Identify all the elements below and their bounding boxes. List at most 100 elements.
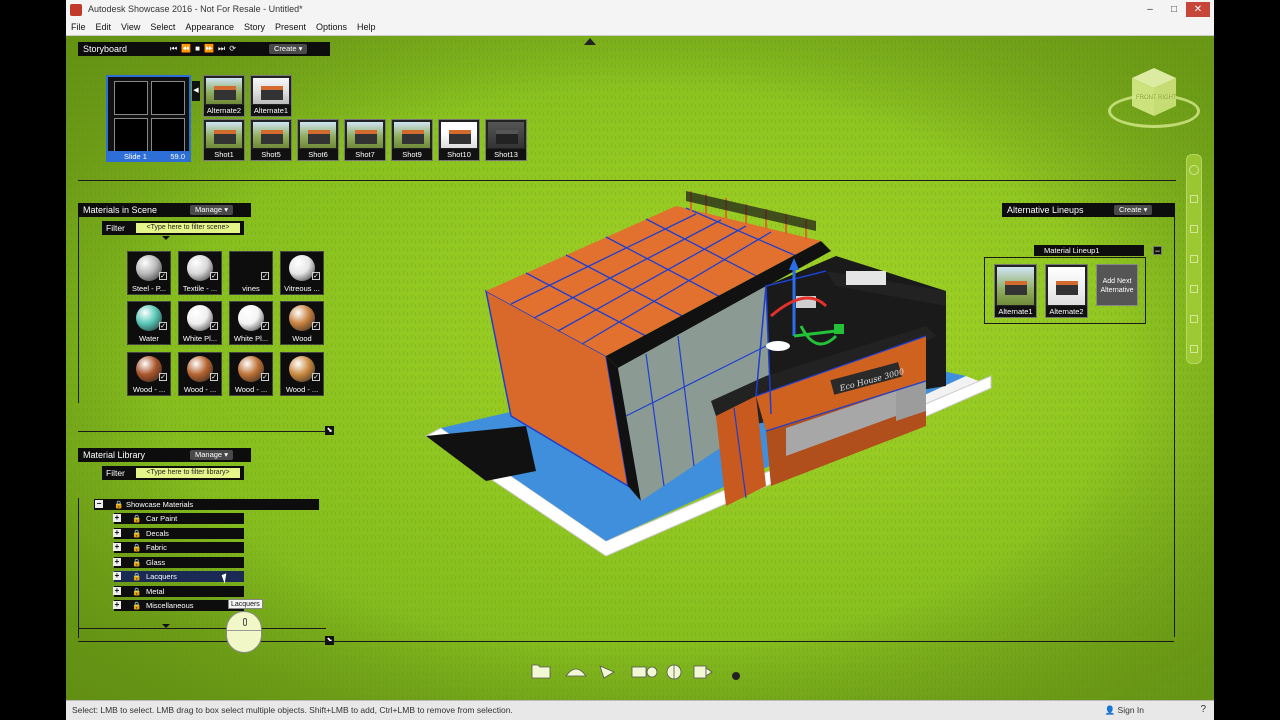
skip-start-icon[interactable]: ⏮ [170,44,181,53]
menu-file[interactable]: File [66,20,91,34]
loop-icon[interactable]: ⟳ [229,44,240,53]
menu-story[interactable]: Story [239,20,270,34]
tree-root[interactable]: − 🔒 Showcase Materials [94,499,319,510]
minimize-button[interactable]: – [1140,2,1160,17]
expand-icon[interactable]: + [113,586,121,595]
material-checkbox[interactable]: ✓ [210,322,218,330]
navigation-bar[interactable] [1186,154,1202,364]
playback-controls[interactable]: ⏮⏪■⏩⏭⟳ [170,44,240,54]
forward-icon[interactable]: ⏩ [204,44,218,53]
tree-item[interactable]: + 🔒 Fabric [113,542,244,553]
presentation-icon[interactable] [693,665,713,679]
environment-icon[interactable] [565,668,587,677]
lineup-alternate[interactable]: Alternate2 [1045,264,1088,318]
rewind-icon[interactable]: ⏪ [181,44,195,53]
menu-help[interactable]: Help [352,20,381,34]
menu-options[interactable]: Options [311,20,352,34]
material-checkbox[interactable]: ✓ [159,272,167,280]
close-button[interactable]: ✕ [1186,2,1210,17]
library-manage-button[interactable]: Manage ▾ [190,450,233,460]
maximize-button[interactable]: □ [1164,2,1184,17]
stop-icon[interactable]: ■ [195,44,204,53]
lineup-collapse-icon[interactable]: − [1153,246,1162,256]
lineup-name: Material Lineup1 [1044,246,1100,255]
material-swatch[interactable]: ✓ Wood - ... [280,352,324,396]
tree-item[interactable]: + 🔒 Decals [113,527,244,539]
help-icon[interactable]: ? [1200,704,1206,715]
menu-select[interactable]: Select [145,20,180,34]
shot-thumbnail[interactable]: Shot6 [297,119,339,161]
menu-view[interactable]: View [116,20,145,34]
sign-in-link[interactable]: 👤 Sign In [1105,705,1144,716]
scene-filter-input[interactable]: <Type here to filter scene> [136,223,240,233]
tree-item[interactable]: + 🔒 Miscellaneous [113,600,244,611]
lineup-header[interactable]: Material Lineup1 [1034,245,1144,256]
lineup-alternate[interactable]: Alternate1 [994,264,1037,318]
material-checkbox[interactable]: ✓ [210,373,218,381]
menu-present[interactable]: Present [270,20,311,34]
shot-thumbnail[interactable]: Shot10 [438,119,480,161]
tree-item[interactable]: + 🔒 Glass [113,556,244,568]
material-checkbox[interactable]: ✓ [261,272,269,280]
expand-icon[interactable]: + [113,528,121,537]
material-checkbox[interactable]: ✓ [210,272,218,280]
material-swatch[interactable]: ✓ Steel - P... [127,251,171,295]
tree-item-label: Metal [146,586,165,596]
shot-thumbnail[interactable]: Shot13 [485,119,527,161]
materials-manage-button[interactable]: Manage ▾ [190,205,233,215]
material-swatch[interactable]: ✓ vines [229,251,273,295]
material-swatch[interactable]: ✓ White Pl... [178,301,222,345]
shot-thumbnail[interactable]: Shot1 [203,119,245,161]
house-model[interactable]: Eco House 3000 [406,176,1006,596]
material-checkbox[interactable]: ✓ [312,373,320,381]
lineups-create-button[interactable]: Create ▾ [1114,205,1153,215]
menu-appearance[interactable]: Appearance [180,20,239,34]
camera-icon[interactable] [631,666,658,678]
alternate-thumbnail[interactable]: Alternate2 [203,75,245,117]
scroll-down-icon[interactable] [162,624,170,628]
expand-icon[interactable]: + [113,543,121,551]
collapse-left-icon[interactable]: ◀ [192,81,200,101]
material-checkbox[interactable]: ✓ [159,373,167,381]
material-swatch[interactable]: ✓ Wood [280,301,324,345]
library-filter-input[interactable]: <Type here to filter library> [136,468,240,478]
shot-thumbnail[interactable]: Shot9 [391,119,433,161]
slide-thumbnail[interactable] [106,75,191,161]
storyboard-create-button[interactable]: Create ▾ [269,44,308,54]
material-swatch[interactable]: ✓ Wood - ... [127,352,171,396]
3d-viewport[interactable]: Eco House 3000 Storyboard ⏮⏪■⏩⏭⟳ Create … [66,36,1214,700]
light-icon[interactable] [599,665,615,679]
material-swatch[interactable]: ✓ White Pl... [229,301,273,345]
shot-thumbnail[interactable]: Shot5 [250,119,292,161]
expand-icon[interactable]: + [113,557,121,566]
material-swatch[interactable]: ✓ Wood - ... [178,352,222,396]
viewcube[interactable]: FRONT RIGHT [1128,66,1180,122]
material-swatch[interactable]: ✓ Vitreous ... [280,251,324,295]
material-checkbox[interactable]: ✓ [312,322,320,330]
material-swatch[interactable]: ✓ Water [127,301,171,345]
panel-bottom-border [78,628,326,629]
expand-icon[interactable]: + [113,601,121,609]
collapse-icon[interactable]: − [95,500,103,508]
material-checkbox[interactable]: ✓ [261,373,269,381]
dropdown-arrow-icon [162,236,170,240]
folder-icon[interactable] [531,664,551,679]
shot-thumbnail[interactable]: Shot7 [344,119,386,161]
add-next-alternative-button[interactable]: Add Next Alternative [1096,264,1138,306]
material-checkbox[interactable]: ✓ [261,322,269,330]
material-checkbox[interactable]: ✓ [159,322,167,330]
menu-edit[interactable]: Edit [91,20,117,34]
alternate-thumbnail[interactable]: Alternate1 [250,75,292,117]
resize-handle-icon[interactable]: ⬊ [325,426,334,435]
material-swatch[interactable]: ✓ Textile - ... [178,251,222,295]
tree-item[interactable]: + 🔒 Metal [113,585,244,597]
material-swatch[interactable]: ✓ Wood - ... [229,352,273,396]
expand-icon[interactable]: + [113,514,121,522]
material-checkbox[interactable]: ✓ [312,272,320,280]
expand-icon[interactable]: + [113,572,121,580]
skip-end-icon[interactable]: ⏭ [218,44,229,53]
tree-item[interactable]: + 🔒 Car Paint [113,513,244,524]
material-sphere-icon[interactable] [666,664,682,680]
collapse-arrow-icon[interactable] [584,38,596,45]
settings-dot-icon[interactable] [732,672,740,680]
